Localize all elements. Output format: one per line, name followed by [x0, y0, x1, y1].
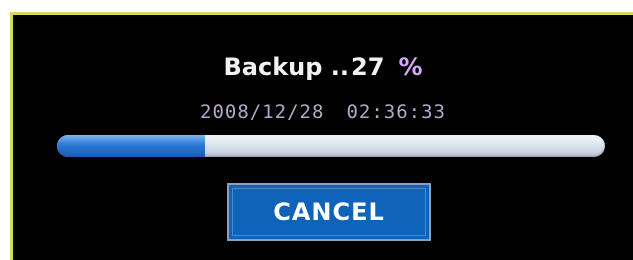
- backup-time: 02:36:33: [346, 101, 446, 123]
- backup-dialog: Backup ..27% 2008/12/28 02:36:33 CANCEL: [10, 12, 633, 260]
- backup-timestamp: 2008/12/28 02:36:33: [13, 101, 633, 123]
- cancel-button-label: CANCEL: [273, 198, 385, 226]
- backup-date: 2008/12/28: [200, 101, 325, 123]
- progress-percent-value: 27: [351, 53, 385, 81]
- progress-bar-fill: [57, 135, 205, 157]
- backup-status-title: Backup ..27%: [13, 53, 633, 81]
- progress-bar: [57, 135, 605, 157]
- cancel-button[interactable]: CANCEL: [227, 183, 431, 241]
- title-prefix: Backup ..: [223, 53, 350, 81]
- progress-percent-unit: %: [398, 53, 423, 81]
